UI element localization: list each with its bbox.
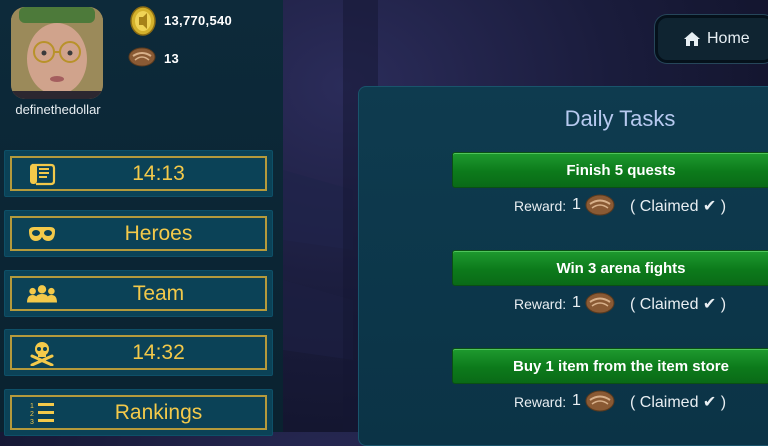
task-name: Finish 5 quests [566,161,676,179]
task-name: Buy 1 item from the item store [513,357,729,375]
claimed-status: ( Claimed ✔ ) [630,394,727,411]
menu-item-label: Heroes [124,221,193,245]
menu-item-team[interactable]: Team [4,270,273,317]
menu-item-label: Rankings [114,400,203,424]
bread-count: 13 [164,51,180,66]
reward-label: Reward: [514,394,567,410]
checkmark-icon: ✔ [702,296,717,313]
menu-item-rankings[interactable]: 1 2 3 Rankings [4,389,273,436]
claimed-status: ( Claimed ✔ ) [630,296,727,313]
task-reward-row: Reward: 1 ( Claimed ✔ ) [514,291,744,317]
claimed-status: ( Claimed ✔ ) [630,198,727,215]
reward-amount: 1 [572,392,581,409]
menu-item-arena-timer[interactable]: 14:32 [4,329,273,376]
reward-label: Reward: [514,296,567,312]
reward-label: Reward: [514,198,567,214]
reward-amount: 1 [572,196,581,213]
menu-item-quests-timer[interactable]: 14:13 [4,150,273,197]
menu-item-label: Team [132,281,185,305]
bread-icon [585,194,615,216]
coin-count: 13,770,540 [164,13,233,28]
svg-text:2: 2 [30,411,34,418]
bread-icon [585,390,615,412]
menu-item-label: 14:13 [132,161,185,185]
task-bar[interactable]: Win 3 arena fights [452,250,768,286]
avatar[interactable] [11,7,103,99]
username: definethedollar [15,102,101,117]
task-bar[interactable]: Finish 5 quests [452,152,768,188]
task-bar[interactable]: Buy 1 item from the item store [452,348,768,384]
checkmark-icon: ✔ [702,394,717,411]
house-icon [684,32,700,46]
gold-coin-icon [130,6,156,36]
home-button[interactable]: Home [655,15,768,63]
task-reward-row: Reward: 1 ( Claimed ✔ ) [514,193,744,219]
checkmark-icon: ✔ [702,198,717,215]
svg-text:3: 3 [30,419,34,425]
svg-text:1: 1 [30,403,34,410]
menu-item-label: 14:32 [132,340,185,364]
reward-amount: 1 [572,294,581,311]
menu-item-heroes[interactable]: Heroes [4,210,273,257]
daily-tasks-title: Daily Tasks [564,106,676,131]
task-name: Win 3 arena fights [556,259,686,277]
home-button-label: Home [707,30,750,47]
bread-icon [585,292,615,314]
bread-icon [128,47,156,67]
task-reward-row: Reward: 1 ( Claimed ✔ ) [514,389,744,415]
